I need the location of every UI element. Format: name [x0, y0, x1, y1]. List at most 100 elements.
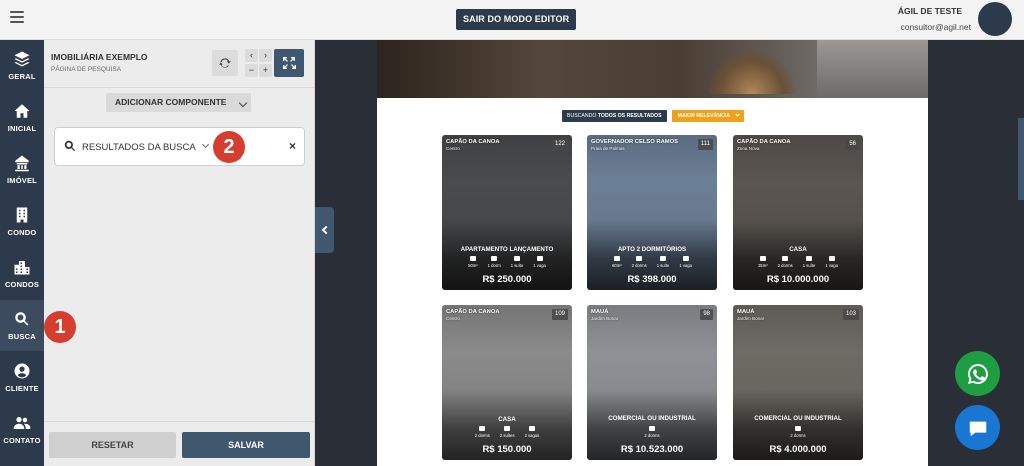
property-city: GOVERNADOR CELSO RAMOS	[591, 139, 678, 145]
zoom-in-button[interactable]: +	[259, 64, 272, 77]
hero-lamp	[707, 48, 797, 94]
user-name: ÁGIL DE TESTE	[897, 6, 962, 16]
feature-label: 50m²	[468, 263, 478, 268]
chevron-right-icon[interactable]: ›	[259, 49, 272, 62]
results-scope-badge[interactable]: BUSCANDO TODOS OS RESULTADOS	[562, 110, 667, 122]
search-icon	[15, 312, 29, 326]
nav-label: CONDOS	[4, 280, 40, 289]
menu-icon[interactable]	[10, 11, 24, 23]
property-features: 2 dorms	[733, 426, 863, 438]
property-price: R$ 250.000	[482, 274, 532, 285]
top-bar: SAIR DO MODO EDITOR ÁGIL DE TESTE consul…	[0, 0, 1024, 40]
chevron-left-icon	[321, 225, 331, 235]
city-icon	[14, 261, 30, 275]
filter-scope: TODOS OS RESULTADOS	[597, 113, 662, 119]
feature-item: 1 dorm	[488, 256, 501, 268]
callout-badge-2: 2	[213, 131, 245, 163]
feature-icon	[648, 426, 655, 431]
property-type: COMERCIAL OU INDUSTRIAL	[754, 415, 842, 422]
chevron-down-icon[interactable]	[201, 140, 210, 149]
feature-label: 1 vaga	[825, 263, 838, 268]
nav-item-condo[interactable]: CONDO	[0, 196, 44, 247]
nav-label: BUSCA	[8, 332, 36, 341]
close-icon[interactable]: ×	[289, 139, 296, 153]
property-city: MAUÁ	[737, 309, 755, 315]
feature-item: 60m²	[612, 256, 622, 268]
feature-icon	[514, 256, 520, 261]
panel-footer: RESETAR SALVAR	[44, 421, 315, 466]
refresh-icon	[219, 58, 231, 68]
feature-label: 1 dorm	[487, 263, 501, 268]
chevron-left-icon[interactable]: ‹	[245, 49, 258, 62]
feature-icon	[504, 426, 511, 431]
feature-label: 1 vaga	[679, 263, 692, 268]
nav-item-cliente[interactable]: CLIENTE	[0, 352, 44, 403]
property-card[interactable]: MAUÁ Jardim Bonar 98 COMERCIAL OU INDUSTRIA…	[587, 305, 717, 460]
sort-dropdown[interactable]: MAIOR RELEVÂNCIA	[671, 110, 745, 122]
page-subtitle: PÁGINA DE PESQUISA	[51, 66, 122, 73]
whatsapp-button[interactable]	[955, 351, 1000, 396]
feature-icon	[759, 256, 766, 261]
panel-header: IMOBILIÁRIA EXEMPLO PÁGINA DE PESQUISA ‹…	[44, 40, 315, 88]
add-component-dropdown[interactable]: ADICIONAR COMPONENTE	[106, 93, 251, 112]
property-card[interactable]: CAPÃO DA CANOA Centro 122 APARTAMENTO LANÇA…	[442, 135, 572, 290]
nav-label: CONDO	[7, 228, 37, 237]
nav-item-contato[interactable]: CONTATO	[0, 404, 44, 455]
feature-label: 1 vaga	[533, 263, 546, 268]
chat-button[interactable]	[955, 405, 1000, 450]
feature-icon	[636, 256, 643, 261]
search-filters: BUSCANDO TODOS OS RESULTADOS MAIOR RELEV…	[562, 110, 745, 122]
feature-icon	[469, 256, 476, 261]
filter-prefix: BUSCANDO	[567, 113, 597, 119]
component-card[interactable]: RESULTADOS DA BUSCA ×	[54, 127, 305, 166]
property-card[interactable]: CAPÃO DA CANOA Centro 109 CASA 2 dorms 2 suít…	[442, 305, 572, 460]
nav-label: INICIAL	[7, 124, 37, 133]
feature-label: 60m²	[612, 263, 622, 268]
editor-panel: IMOBILIÁRIA EXEMPLO PÁGINA DE PESQUISA ‹…	[44, 40, 315, 466]
property-neighborhood: Jardim Bonar	[737, 316, 765, 321]
property-features: 2 dorms	[587, 426, 717, 438]
zoom-out-button[interactable]: −	[245, 64, 258, 77]
nav-item-condos[interactable]: CONDOS	[0, 248, 44, 299]
reset-button[interactable]: RESETAR	[49, 432, 176, 458]
feature-item: 2 suítes	[500, 426, 515, 438]
property-price: R$ 10.000.000	[766, 274, 830, 285]
nav-item-inicial[interactable]: INICIAL	[0, 92, 44, 143]
feature-label: 2 dorms	[631, 263, 647, 268]
expand-button[interactable]	[274, 49, 304, 77]
nav-label: GERAL	[8, 72, 36, 81]
hero-sofa	[817, 40, 928, 98]
feature-label: 2 dorms	[777, 263, 793, 268]
property-card[interactable]: MAUÁ Jardim Bonar 103 COMERCIAL OU INDUSTRI…	[733, 305, 863, 460]
feature-item: 1 suíte	[510, 256, 524, 268]
feature-item: 2 dorms	[778, 256, 793, 268]
nav-item-imovel[interactable]: IMÓVEL	[0, 144, 44, 195]
nav-item-geral[interactable]: GERAL	[0, 40, 44, 91]
feature-item: 1 vaga	[679, 256, 692, 268]
feature-item: 2 dorms	[790, 426, 806, 438]
nav-label: CONTATO	[3, 436, 41, 445]
save-button[interactable]: SALVAR	[182, 432, 310, 458]
feature-label: 1 suíte	[510, 263, 524, 268]
property-card[interactable]: CAPÃO DA CANOA Zona Nova 56 CASA 35m² 2 dorms…	[733, 135, 863, 290]
property-code-badge: 111	[697, 139, 713, 150]
property-features: 35m² 2 dorms 1 suíte 1 vaga	[733, 256, 863, 268]
home-icon	[14, 104, 30, 118]
property-code-badge: 109	[551, 309, 568, 320]
property-card[interactable]: GOVERNADOR CELSO RAMOS Praia de Palmas 111…	[587, 135, 717, 290]
site-title: IMOBILIÁRIA EXEMPLO	[51, 52, 148, 62]
nav-label: IMÓVEL	[7, 176, 37, 185]
callout-badge-1: 1	[44, 311, 76, 343]
right-edge-tab[interactable]	[1018, 118, 1024, 200]
property-neighborhood: Jardim Bonar	[591, 316, 619, 321]
property-city: CAPÃO DA CANOA	[737, 139, 791, 145]
sort-label: MAIOR RELEVÂNCIA	[677, 113, 731, 119]
feature-label: 1 suíte	[656, 263, 670, 268]
user-icon	[14, 363, 30, 379]
exit-editor-button[interactable]: SAIR DO MODO EDITOR	[456, 9, 577, 30]
nav-item-busca[interactable]: BUSCA	[0, 300, 44, 351]
avatar[interactable]	[978, 2, 1012, 36]
collapse-panel-button[interactable]	[315, 207, 334, 253]
refresh-button[interactable]	[212, 50, 238, 76]
chevron-down-icon	[735, 112, 740, 117]
